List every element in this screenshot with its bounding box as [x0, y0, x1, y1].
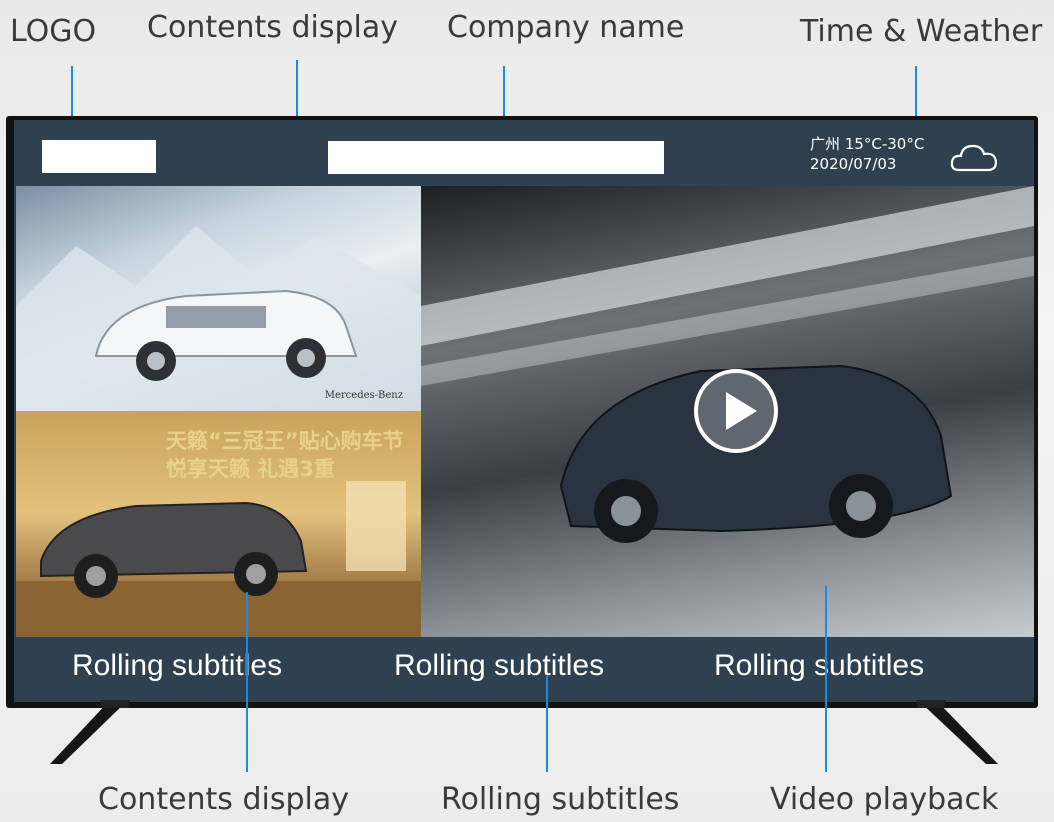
callout-logo: LOGO	[10, 14, 97, 49]
weather-city-temp: 广州 15°C-30°C	[810, 135, 925, 153]
company-name-placeholder	[328, 141, 664, 174]
mercedes-brand-label: Mercedes-Benz	[324, 390, 403, 401]
mercedes-ad-image	[16, 226, 421, 411]
rolling-subtitle-3: Rolling subtitles	[714, 649, 925, 682]
nissan-ad-subheadline: 悦享天籁 礼遇3重	[166, 457, 335, 481]
nissan-ad-headline: 天籁“三冠王”贴心购车节	[166, 429, 404, 453]
rolling-subtitle-1: Rolling subtitles	[72, 649, 283, 682]
content-tile-mercedes: Mercedes-Benz	[16, 186, 421, 411]
screen-header: 广州 15°C-30°C 2020/07/03	[14, 120, 1034, 186]
tv-leg-right	[916, 700, 998, 764]
rolling-subtitle-2: Rolling subtitles	[394, 649, 605, 682]
callout-line-video	[825, 586, 827, 772]
callout-contents-display-top: Contents display	[147, 10, 399, 45]
play-icon[interactable]	[691, 366, 781, 456]
weather-date: 2020/07/03	[810, 155, 897, 173]
callout-video-playback: Video playback	[770, 782, 999, 817]
tv-frame: 广州 15°C-30°C 2020/07/03 Mercedes-Benz 天籁…	[6, 116, 1038, 708]
tv-screen: 广州 15°C-30°C 2020/07/03 Mercedes-Benz 天籁…	[14, 120, 1034, 702]
tv-leg-left	[50, 700, 130, 764]
rolling-subtitle-bar: Rolling subtitles Rolling subtitles Roll…	[14, 637, 1034, 702]
video-playback-area[interactable]	[421, 186, 1034, 637]
callout-time-weather: Time & Weather	[800, 14, 1043, 49]
callout-contents-display-bottom: Contents display	[98, 782, 350, 817]
callout-line-subtitles	[546, 676, 548, 772]
content-tile-nissan: 天籁“三冠王”贴心购车节 悦享天籁 礼遇3重	[16, 411, 421, 637]
callout-line-contents-bottom	[246, 592, 248, 772]
callout-rolling-subtitles: Rolling subtitles	[441, 782, 680, 817]
weather-widget: 广州 15°C-30°C 2020/07/03	[810, 134, 924, 174]
callout-company-name: Company name	[447, 10, 685, 45]
logo-placeholder	[42, 140, 156, 173]
cloud-icon	[950, 144, 998, 172]
